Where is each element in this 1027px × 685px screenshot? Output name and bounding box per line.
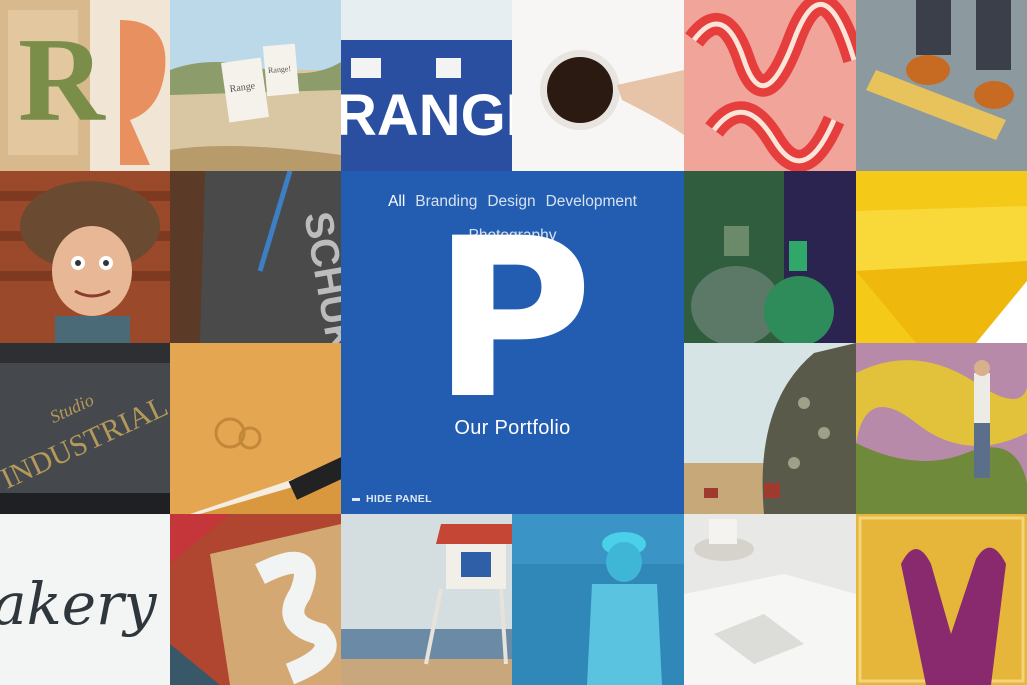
- lifeguard-tower-image: [341, 514, 512, 685]
- svg-text:R: R: [18, 13, 106, 146]
- hide-panel-button[interactable]: HIDE PANEL: [352, 493, 432, 505]
- neon-lettering-image: [684, 0, 856, 171]
- white-plaster-image: [684, 514, 856, 685]
- desert-signs-image: Range Range!: [170, 0, 341, 171]
- portfolio-item-blue-painted-man[interactable]: [512, 514, 684, 685]
- wooden-swirl-image: [170, 514, 341, 685]
- portfolio-item-bakery-script[interactable]: akery: [0, 514, 170, 685]
- leather-notebook-image: [170, 343, 341, 514]
- embossed-card-image: INDUSTRIAL Studio: [0, 343, 170, 514]
- sky-leaves-image: [684, 343, 856, 514]
- portfolio-item-white-plaster[interactable]: [684, 514, 856, 685]
- portfolio-logo-letter: P: [431, 191, 594, 447]
- portfolio-item-purple-letter[interactable]: [856, 514, 1027, 685]
- portfolio-item-coffee-cup[interactable]: [512, 0, 684, 171]
- hide-panel-label: HIDE PANEL: [366, 493, 432, 505]
- portfolio-item-wooden-letter-r[interactable]: R: [0, 0, 170, 171]
- portfolio-panel: All Branding Design Development Photography …: [341, 171, 684, 514]
- portfolio-item-lifeguard-tower[interactable]: [341, 514, 512, 685]
- portfolio-item-wooden-swirl[interactable]: [170, 514, 341, 685]
- portfolio-item-yellow-paper[interactable]: [856, 171, 1027, 343]
- portfolio-item-embossed-card[interactable]: INDUSTRIAL Studio: [0, 343, 170, 514]
- filter-all[interactable]: All: [388, 185, 405, 219]
- bakery-script-image: akery: [0, 514, 170, 685]
- portfolio-item-fur-hat-man[interactable]: [0, 171, 170, 343]
- yellow-paper-image: [856, 171, 1027, 343]
- portfolio-item-desert-signs[interactable]: Range Range!: [170, 0, 341, 171]
- coffee-cup-image: [512, 0, 684, 171]
- letter-fabric-image: SCHUK: [170, 171, 341, 343]
- blue-painted-man-image: [512, 514, 684, 685]
- bakery-script-text: akery: [0, 570, 158, 638]
- range-banner-text: RANGE: [341, 83, 512, 148]
- portfolio-item-letter-fabric[interactable]: SCHUK: [170, 171, 341, 343]
- portfolio-item-neon-lettering[interactable]: [684, 0, 856, 171]
- minus-icon: [352, 497, 360, 501]
- portfolio-item-graffiti-wall[interactable]: [856, 343, 1027, 514]
- portfolio-item-leather-notebook[interactable]: [170, 343, 341, 514]
- fur-hat-man-image: [0, 171, 170, 343]
- graffiti-wall-image: [856, 343, 1027, 514]
- portfolio-item-sky-leaves[interactable]: [684, 343, 856, 514]
- portfolio-item-skateboard-shoes[interactable]: [856, 0, 1027, 171]
- skateboard-shoes-image: [856, 0, 1027, 171]
- wooden-letter-r-image: R: [0, 0, 170, 171]
- range-banner-image: RANGE: [341, 0, 512, 171]
- purple-letter-image: [856, 514, 1027, 685]
- portfolio-item-range-banner[interactable]: RANGE: [341, 0, 512, 171]
- green-bottles-image: [684, 171, 856, 343]
- panel-title: Our Portfolio: [454, 417, 571, 439]
- portfolio-item-green-bottles[interactable]: [684, 171, 856, 343]
